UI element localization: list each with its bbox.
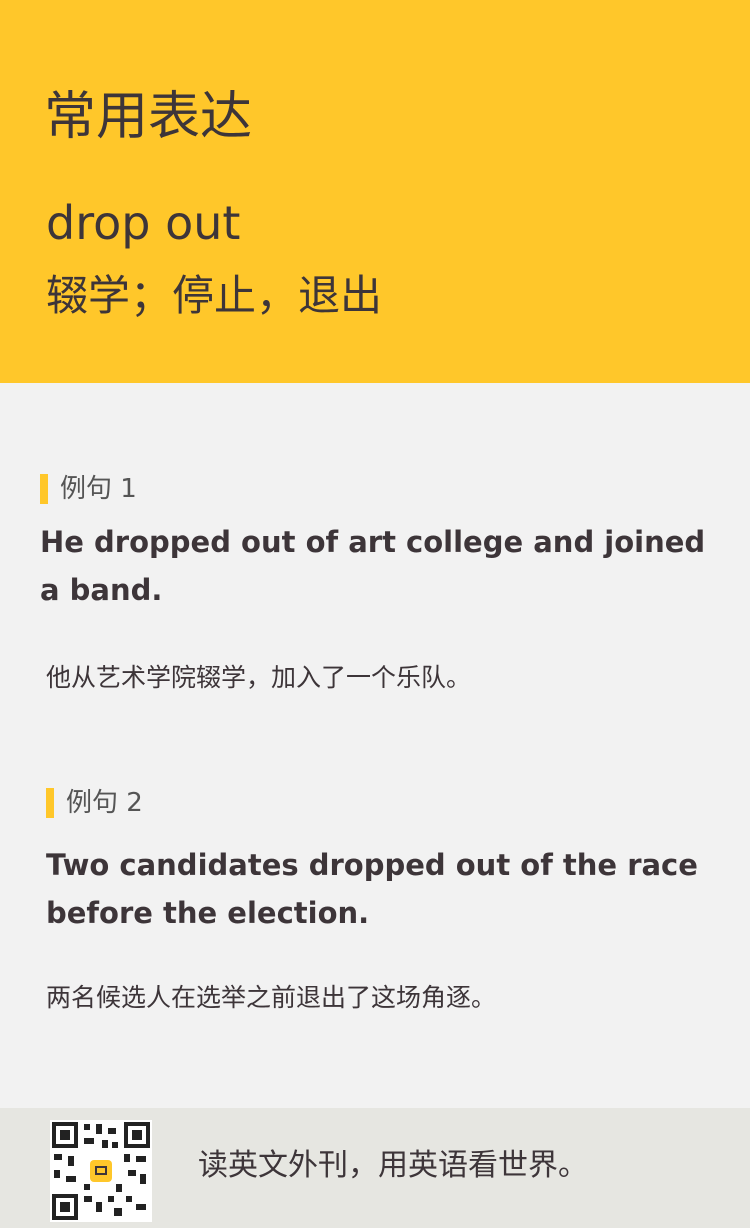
qr-code-icon[interactable] <box>50 1120 152 1222</box>
example-label-2: 例句 2 <box>46 786 143 820</box>
example-chinese-1: 他从艺术学院辍学，加入了一个乐队。 <box>46 663 472 692</box>
example-english-2: Two candidates dropped out of the race b… <box>46 848 698 930</box>
accent-bar-icon <box>40 474 48 504</box>
example-label-1: 例句 1 <box>40 472 137 506</box>
footer-slogan: 读英文外刊，用英语看世界。 <box>198 1148 588 1183</box>
phrase-meaning: 辍学；停止，退出 <box>46 271 383 320</box>
example-label-text: 例句 2 <box>66 788 143 818</box>
phrase-title: drop out <box>46 196 241 250</box>
accent-bar-icon <box>46 788 54 818</box>
example-english-1: He dropped out of art college and joined… <box>40 525 706 607</box>
header-banner: 常用表达 drop out 辍学；停止，退出 <box>0 0 750 383</box>
example-chinese-2: 两名候选人在选举之前退出了这场角逐。 <box>46 983 497 1012</box>
section-title: 常用表达 <box>44 87 253 147</box>
footer: 读英文外刊，用英语看世界。 <box>0 1108 750 1228</box>
example-label-text: 例句 1 <box>60 474 137 504</box>
